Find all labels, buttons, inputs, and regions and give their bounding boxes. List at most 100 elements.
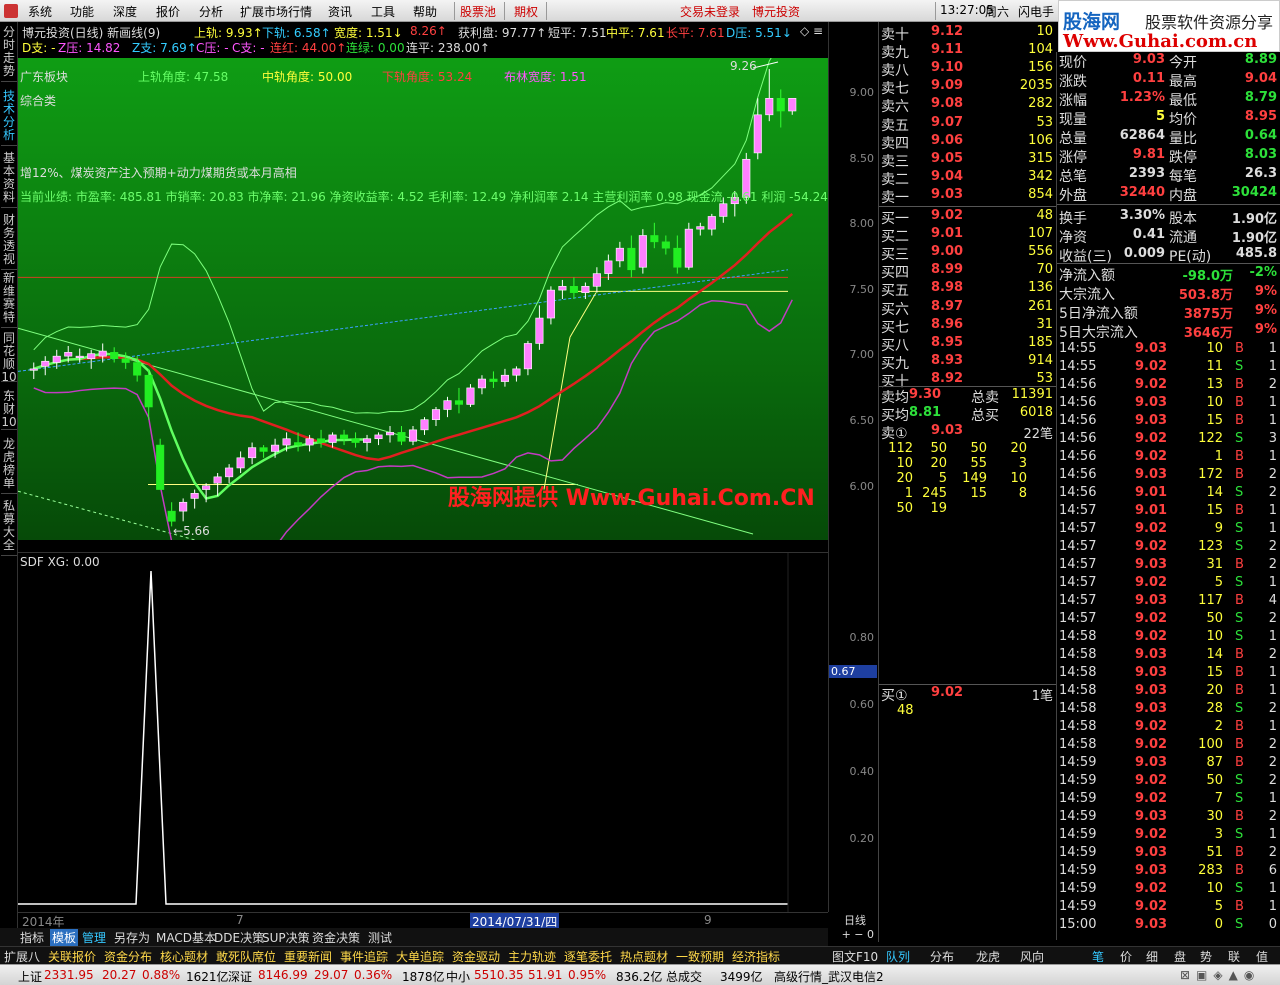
tab-private-fund[interactable]: 私募大全 [1,500,17,556]
buy-level-row[interactable]: 买四 8.99 70 [879,262,1057,281]
tick-row[interactable]: 14:59 9.02 3 S 1 [1057,827,1280,845]
tick-row[interactable]: 14:58 9.02 10 S 1 [1057,629,1280,647]
period-selector[interactable]: 日线 [844,912,866,928]
right-panel-tab[interactable]: 价 [1120,948,1132,965]
buy-level-row[interactable]: 买一 9.02 48 [879,208,1057,227]
extension-tab[interactable]: 关联报价 [48,948,96,965]
tab-timeshare[interactable]: 分时走势 [1,26,17,82]
flash-trade-button[interactable]: 闪电手 [1018,3,1054,20]
tick-row[interactable]: 14:58 9.03 15 B 1 [1057,665,1280,683]
f10-button[interactable]: 图文F10 [832,948,878,965]
tick-row[interactable]: 14:56 9.01 14 S 2 [1057,485,1280,503]
indicator-tab[interactable]: 资金决策 [312,929,360,946]
tick-row[interactable]: 14:57 9.02 123 S 2 [1057,539,1280,557]
tick-row[interactable]: 14:59 9.03 283 B 6 [1057,863,1280,881]
tick-row[interactable]: 14:58 9.03 14 B 2 [1057,647,1280,665]
indicator-chart[interactable]: SDF XG: 0.00 [18,552,828,913]
tick-row[interactable]: 14:56 9.02 13 B 2 [1057,377,1280,395]
stock-pool-button[interactable]: 股票池 [460,3,496,20]
kline-chart[interactable]: 广东板块 上轨角度: 47.58 中轨角度: 50.00 下轨角度: 53.24… [18,58,828,540]
right-panel-tab[interactable]: 风向 [1020,948,1044,965]
buy-level-row[interactable]: 买六 8.97 261 [879,299,1057,318]
right-panel-tab[interactable]: 队列 [886,948,910,965]
tab-fundamentals[interactable]: 基本资料 [1,152,17,208]
buy-level-row[interactable]: 买三 9.00 556 [879,244,1057,263]
trade-login-status[interactable]: 交易未登录 [680,3,740,20]
tick-row[interactable]: 14:57 9.03 117 B 4 [1057,593,1280,611]
indicator-tab[interactable]: 模板 [50,929,79,946]
sell-level-row[interactable]: 卖九 9.11 104 [879,42,1057,61]
tick-row[interactable]: 14:59 9.03 30 B 2 [1057,809,1280,827]
menu-system[interactable]: 系统 [28,3,52,20]
extension-tab[interactable]: 资金分布 [104,948,152,965]
tab-ths10[interactable]: 同花顺10 [1,332,17,384]
extension-tab[interactable]: 主力轨迹 [508,948,556,965]
menu-news[interactable]: 资讯 [328,3,352,20]
tick-row[interactable]: 14:59 9.02 10 S 1 [1057,881,1280,899]
menu-tools[interactable]: 工具 [371,3,395,20]
tick-row[interactable]: 14:59 9.02 50 S 2 [1057,773,1280,791]
extension-tab[interactable]: 热点题材 [620,948,668,965]
sell-level-row[interactable]: 卖四 9.06 106 [879,133,1057,152]
extension-tab[interactable]: 扩展八 [4,948,40,965]
tab-finance[interactable]: 财务透视 [1,214,17,270]
sell-level-row[interactable]: 卖八 9.10 156 [879,60,1057,79]
tab-dragon-tiger[interactable]: 龙虎榜单 [1,438,17,494]
tick-row[interactable]: 14:56 9.03 15 B 1 [1057,413,1280,431]
indicator-tab[interactable]: DDE决策 [214,929,264,946]
tick-row[interactable]: 14:56 9.02 1 B 1 [1057,449,1280,467]
buy-level-row[interactable]: 买八 8.95 185 [879,335,1057,354]
extension-tab[interactable]: 重要新闻 [284,948,332,965]
extension-tab[interactable]: 一致预期 [676,948,724,965]
tick-row[interactable]: 15:00 9.03 0 S 0 [1057,917,1280,935]
chart-tool-icons[interactable]: ◇ ≡ [800,24,823,38]
buy-level-row[interactable]: 买九 8.93 914 [879,353,1057,372]
tick-row[interactable]: 14:57 9.01 15 B 1 [1057,503,1280,521]
tick-row[interactable]: 14:55 9.02 11 S 1 [1057,359,1280,377]
zoom-buttons[interactable]: + − 0 [842,928,874,941]
menu-quote[interactable]: 报价 [156,3,180,20]
menu-function[interactable]: 功能 [70,3,94,20]
buy-level-row[interactable]: 买二 9.01 107 [879,226,1057,245]
tick-list[interactable]: 14:55 9.03 10 B 1 14:55 9.02 11 S 1 14:56 9.02 13 B 2 1… [1056,340,1280,940]
tick-row[interactable]: 14:58 9.03 20 B 1 [1057,683,1280,701]
options-button[interactable]: 期权 [514,3,538,20]
right-panel-tab[interactable]: 细 [1146,948,1158,965]
tick-row[interactable]: 14:59 9.03 87 B 2 [1057,755,1280,773]
status-icons[interactable]: ⊠▣◈▲◉ [1180,968,1260,982]
tab-xinwei[interactable]: 新维赛特 [1,272,17,328]
sell-level-row[interactable]: 卖三 9.05 315 [879,151,1057,170]
tick-row[interactable]: 14:57 9.02 50 S 2 [1057,611,1280,629]
right-panel-tab[interactable]: 盘 [1174,948,1186,965]
tick-row[interactable]: 14:59 9.02 5 B 1 [1057,899,1280,917]
menu-ext-market[interactable]: 扩展市场行情 [240,3,312,20]
tick-row[interactable]: 14:57 9.02 5 S 1 [1057,575,1280,593]
right-panel-tab[interactable]: 分布 [930,948,954,965]
extension-tab[interactable]: 经济指标 [732,948,780,965]
server-name[interactable]: 高级行情_武汉电信2 [774,968,884,985]
tab-dc10[interactable]: 东财10 [1,390,17,430]
tick-row[interactable]: 14:58 9.02 100 B 2 [1057,737,1280,755]
buy-level-row[interactable]: 买五 8.98 136 [879,280,1057,299]
sh-label[interactable]: 上证 [18,968,42,985]
extension-tab[interactable]: 大单追踪 [396,948,444,965]
tick-row[interactable]: 14:57 9.03 31 B 2 [1057,557,1280,575]
indicator-tab[interactable]: 指标 [20,929,44,946]
right-panel-tab[interactable]: 势 [1200,948,1212,965]
sell-level-row[interactable]: 卖十 9.12 10 [879,24,1057,43]
tick-row[interactable]: 14:58 9.02 2 B 1 [1057,719,1280,737]
extension-tab[interactable]: 资金驱动 [452,948,500,965]
indicator-tab[interactable]: 测试 [368,929,392,946]
right-panel-tab[interactable]: 联 [1228,948,1240,965]
tick-row[interactable]: 14:55 9.03 10 B 1 [1057,341,1280,359]
extension-tab[interactable]: 核心题材 [160,948,208,965]
sell-level-row[interactable]: 卖七 9.09 2035 [879,78,1057,97]
sell-level-row[interactable]: 卖二 9.04 342 [879,169,1057,188]
tab-technical[interactable]: 技术分析 [1,90,17,146]
extension-tab[interactable]: 敢死队席位 [216,948,276,965]
indicator-tab[interactable]: 管理 [82,929,106,946]
menu-analysis[interactable]: 分析 [199,3,223,20]
tick-row[interactable]: 14:59 9.03 51 B 2 [1057,845,1280,863]
buy-level-row[interactable]: 买七 8.96 31 [879,317,1057,336]
tick-row[interactable]: 14:57 9.02 9 S 1 [1057,521,1280,539]
